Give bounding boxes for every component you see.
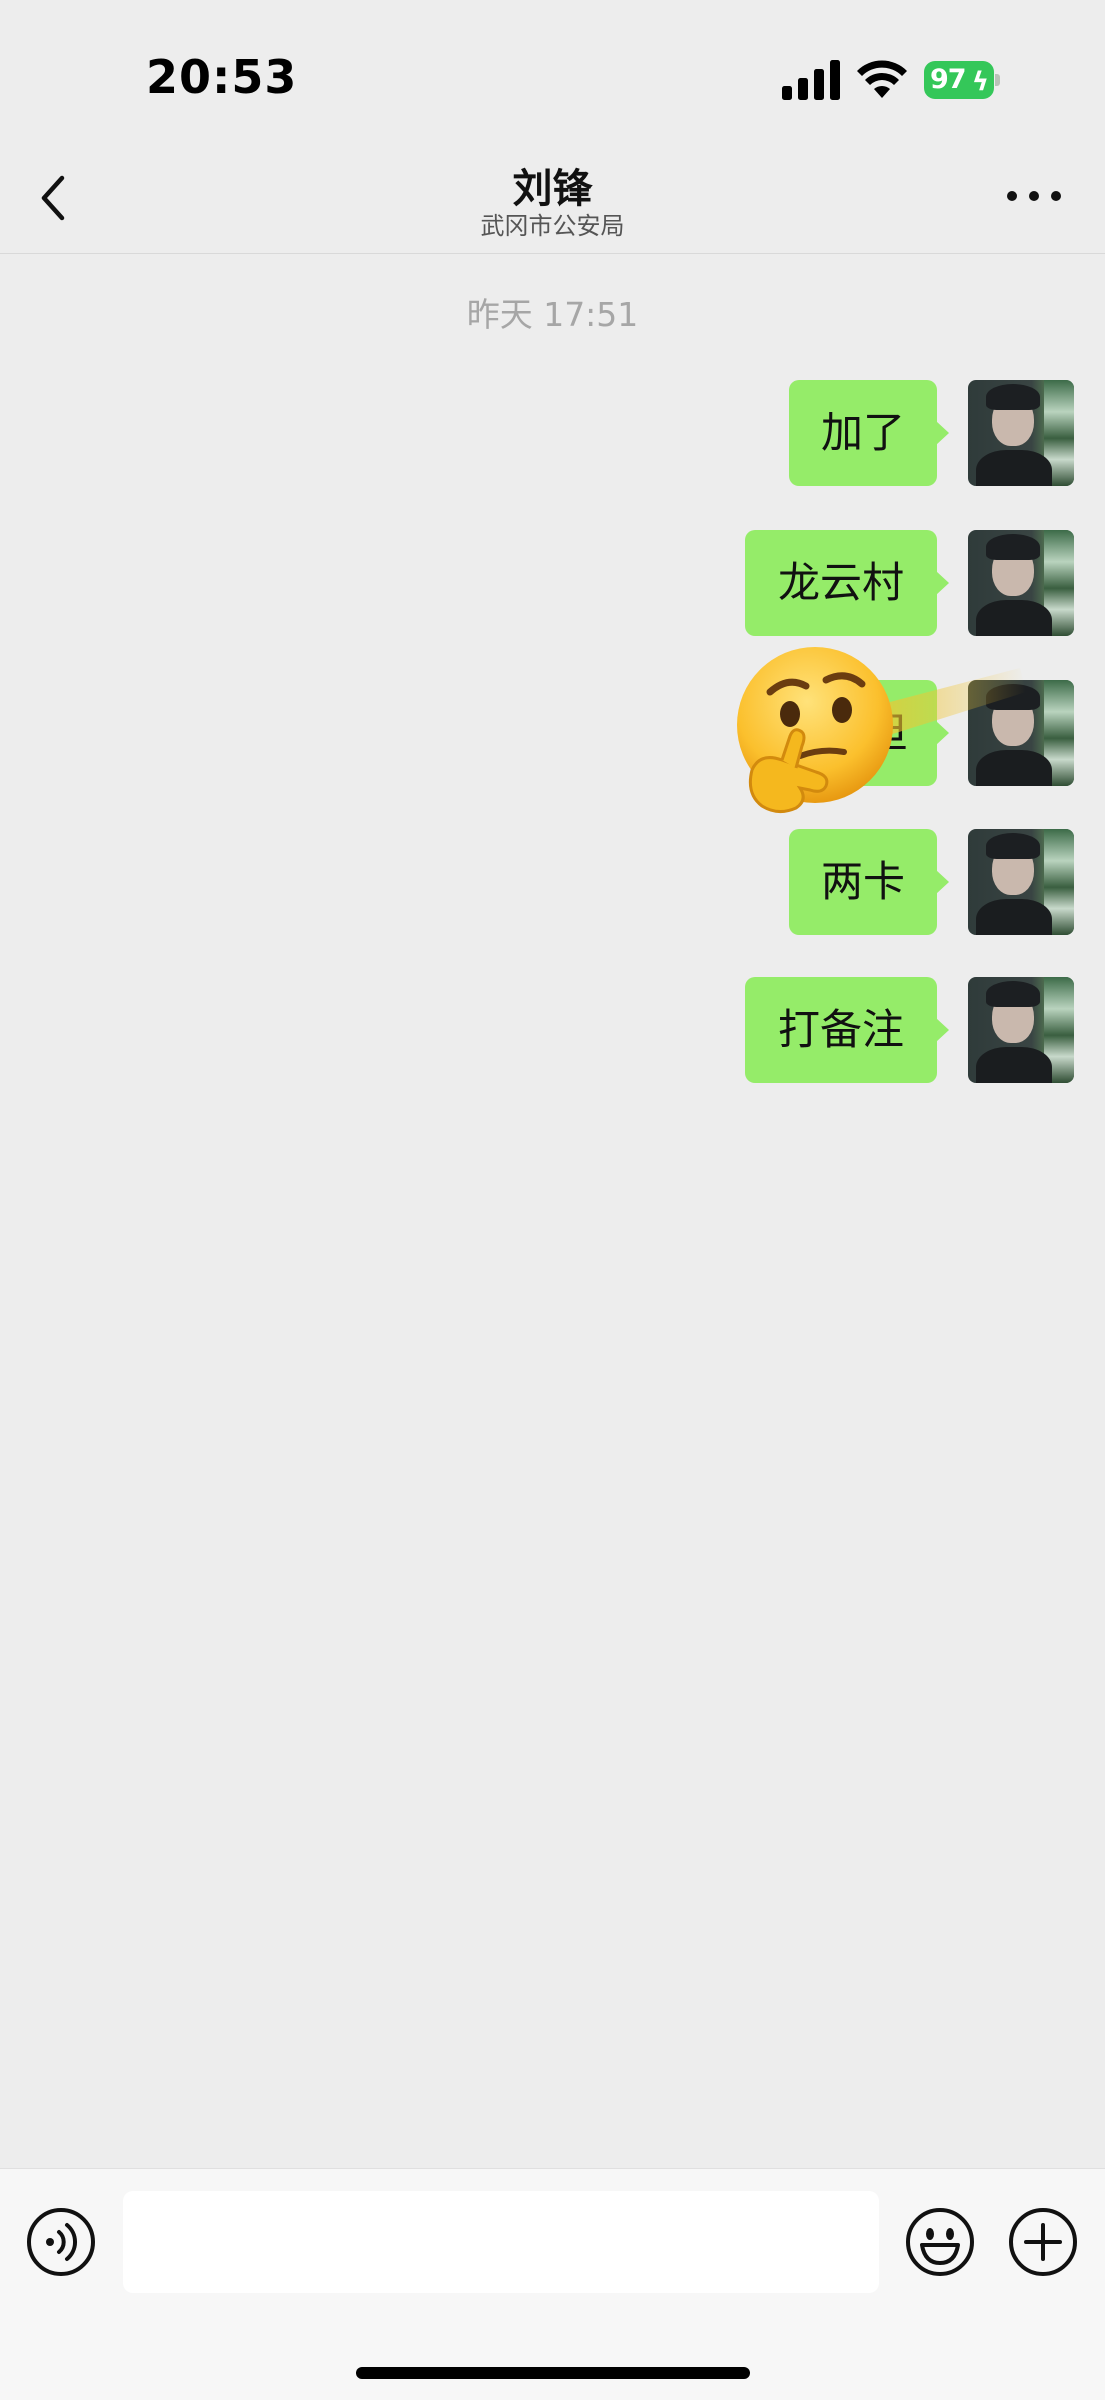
message-bubble[interactable]: 龙云村 (745, 530, 949, 636)
message-row: 加了 (0, 380, 1105, 486)
wifi-icon (857, 60, 907, 98)
contact-organization: 武冈市公安局 (480, 212, 625, 240)
avatar[interactable] (968, 380, 1074, 486)
chat-screen: 20:53 97 ϟ 刘锋 武冈市公安局 昨天 17:51 加了 龙云村 两卡 … (0, 0, 1105, 2400)
message-row: 两卡 (0, 829, 1105, 935)
status-time: 20:53 (146, 50, 298, 104)
status-bar: 20:53 97 ϟ (0, 0, 1105, 150)
thinking-face-icon (737, 647, 1026, 813)
battery-level: 97 ϟ (924, 61, 994, 99)
more-dots-icon[interactable] (1004, 186, 1064, 206)
battery-percent: 97 (930, 64, 967, 95)
message-row: 龙云村 (0, 530, 1105, 636)
battery-icon: 97 ϟ (924, 61, 1000, 99)
chat-header: 刘锋 武冈市公安局 (0, 150, 1105, 254)
message-bubble[interactable]: 打备注 (745, 977, 949, 1083)
message-input[interactable] (123, 2191, 879, 2293)
plus-icon[interactable] (1008, 2207, 1078, 2277)
signal-icon (782, 60, 840, 100)
voice-icon[interactable] (26, 2207, 96, 2277)
home-indicator[interactable] (356, 2367, 750, 2379)
emoji-icon[interactable] (905, 2207, 975, 2277)
charging-bolt-icon: ϟ (971, 67, 989, 97)
avatar[interactable] (968, 977, 1074, 1083)
message-bubble[interactable]: 加了 (789, 380, 949, 486)
avatar[interactable] (968, 530, 1074, 636)
message-row: 打备注 (0, 977, 1105, 1083)
avatar[interactable] (968, 829, 1074, 935)
input-bar (0, 2168, 1105, 2400)
chat-timestamp: 昨天 17:51 (466, 295, 639, 334)
battery-cap (995, 74, 1000, 86)
message-bubble[interactable]: 两卡 (789, 829, 949, 935)
